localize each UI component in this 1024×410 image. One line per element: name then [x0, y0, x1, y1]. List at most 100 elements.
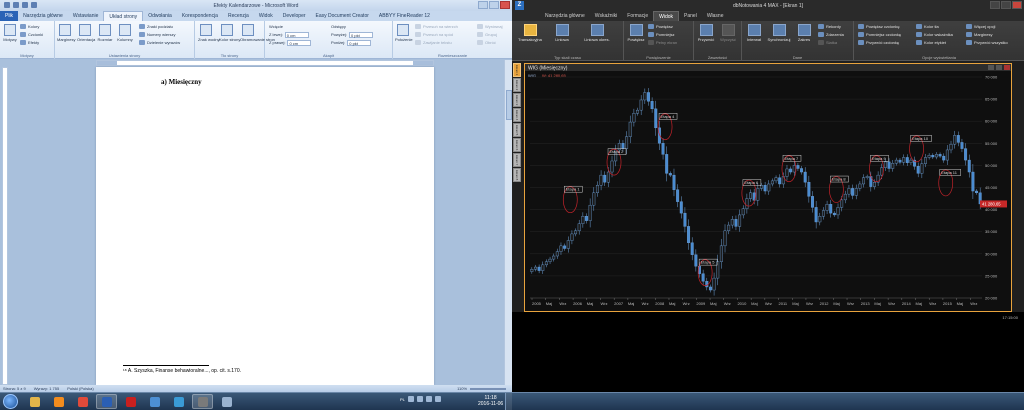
linear-period-button[interactable]: Liniowa okres.: [582, 24, 612, 50]
word-tab-9[interactable]: Easy Document Creator: [311, 11, 374, 21]
label-color-button[interactable]: Kolor etykiet: [916, 39, 946, 46]
stock-tab-0[interactable]: Narzędzia główne: [540, 11, 590, 21]
show-desktop-button[interactable]: [505, 393, 512, 410]
full-screen-button[interactable]: Pełny ekran: [648, 39, 677, 46]
zoom-slider[interactable]: [470, 387, 506, 390]
send-backward-button[interactable]: Przesuń na spód: [415, 31, 453, 38]
status-words[interactable]: Wyrazy: 1 755: [34, 385, 60, 392]
taskbar-app-stock[interactable]: [192, 394, 213, 409]
page-borders-button[interactable]: Obramowanie stron: [240, 24, 275, 48]
zoom-in-button[interactable]: Powiększ: [648, 23, 673, 30]
word-tab-1[interactable]: Narzędzia główne: [18, 11, 68, 21]
indent-left-input[interactable]: 0 cm: [284, 31, 309, 38]
margins-button[interactable]: Marginesy: [57, 24, 75, 48]
stock-tab-4[interactable]: Panel: [679, 11, 702, 21]
transactional-scale-button[interactable]: Transakcyjna: [516, 24, 544, 50]
taskbar-app-explorer[interactable]: [24, 394, 45, 409]
records-button[interactable]: Rekordy: [818, 23, 841, 30]
linear-scale-button[interactable]: Liniowa: [548, 24, 576, 50]
taskbar-app-word[interactable]: [96, 394, 117, 409]
word-tab-8[interactable]: Developer: [278, 11, 311, 21]
colors-button[interactable]: Kolory: [20, 23, 39, 30]
screen-tab-4[interactable]: Ekran 4: [513, 108, 521, 122]
taskbar-app-media[interactable]: [48, 394, 69, 409]
spacing-after-input[interactable]: 0 pkt: [347, 39, 372, 46]
status-page[interactable]: Strona: 5 z 9: [3, 385, 26, 392]
events-button[interactable]: Zdarzenia: [818, 31, 844, 38]
maximize-button[interactable]: [489, 1, 499, 9]
rotate-button[interactable]: Obróć: [477, 39, 496, 46]
themes-button[interactable]: Motywy: [2, 24, 18, 48]
range-button[interactable]: Zakres: [794, 24, 814, 50]
taskbar-app-windows[interactable]: [144, 394, 165, 409]
clear-button[interactable]: Wyczyść: [718, 24, 738, 50]
taskbar-clock[interactable]: 11:18 2016-11-06: [478, 395, 503, 407]
font-bigger-button[interactable]: Powiększ czcionkę: [858, 23, 900, 30]
word-tab-10[interactable]: ABBYY FineReader 12: [374, 11, 435, 21]
align-button[interactable]: Wyrównaj: [477, 23, 503, 30]
orientation-button[interactable]: Orientacja: [77, 24, 95, 48]
restore-all-button[interactable]: Przywróć wszystko: [966, 39, 1008, 46]
fonts-button[interactable]: Czcionki: [20, 31, 43, 38]
page-color-button[interactable]: Kolor strony: [219, 24, 240, 48]
screen-tab-7[interactable]: Ekran 7: [513, 153, 521, 167]
stock-minimize-button[interactable]: [990, 1, 1000, 9]
vertical-ruler[interactable]: [2, 67, 8, 385]
word-tab-4[interactable]: Odwołania: [143, 11, 177, 21]
app-logo-icon[interactable]: Z: [515, 1, 524, 10]
chart-close-button[interactable]: [1004, 65, 1010, 70]
zoom-level[interactable]: 110%: [457, 386, 467, 391]
volume-icon[interactable]: [425, 396, 432, 402]
start-button[interactable]: [3, 394, 18, 409]
bring-forward-button[interactable]: Przesuń na wierzch: [415, 23, 458, 30]
word-tab-2[interactable]: Wstawianie: [68, 11, 104, 21]
screen-tab-6[interactable]: Ekran 6: [513, 138, 521, 152]
close-button[interactable]: [500, 1, 510, 9]
breaks-button[interactable]: Znaki podziału: [139, 23, 173, 30]
screen-tab-5[interactable]: Ekran 5: [513, 123, 521, 137]
word-tab-3[interactable]: Układ strony: [103, 11, 144, 21]
tray-arrow-icon[interactable]: [407, 396, 414, 402]
screen-tab-1[interactable]: Ekran 1: [513, 63, 521, 77]
stock-tab-2[interactable]: Formacje: [622, 11, 653, 21]
font-smaller-button[interactable]: Pomniejsz czcionkę: [858, 31, 901, 38]
word-tab-5[interactable]: Korespondencja: [177, 11, 223, 21]
screen-tab-3[interactable]: Ekran 3: [513, 93, 521, 107]
document-page[interactable]: a) Miesięczny ¹⁸ A. Szyszka, Finanse beh…: [96, 67, 434, 385]
taskbar-app-acrobat[interactable]: [120, 394, 141, 409]
line-numbers-button[interactable]: Numery wierszy: [139, 31, 175, 38]
chart-maximize-button[interactable]: [996, 65, 1002, 70]
undo-icon[interactable]: [22, 2, 28, 8]
stock-close-button[interactable]: [1012, 1, 1022, 9]
wrap-text-button[interactable]: Zawijanie tekstu: [415, 39, 452, 46]
synchronize-button[interactable]: Synchronizuj: [766, 24, 792, 50]
screen-tab-2[interactable]: Ekran 2: [513, 78, 521, 92]
stock-tab-1[interactable]: Wskaźniki: [590, 11, 623, 21]
grid-button[interactable]: Siatka: [818, 39, 837, 46]
taskbar-app-db[interactable]: [168, 394, 189, 409]
horizontal-ruler[interactable]: [96, 60, 434, 66]
margins-option-button[interactable]: Marginesy: [966, 31, 992, 38]
word-tab-6[interactable]: Recenzja: [223, 11, 254, 21]
background-color-button[interactable]: Kolor tła: [916, 23, 939, 30]
status-language[interactable]: Polski (Polska): [67, 385, 93, 392]
taskbar-app-sheet[interactable]: [216, 394, 237, 409]
spacing-before-input[interactable]: 0 pkt: [349, 31, 374, 38]
restore-button[interactable]: Przywróć: [696, 24, 716, 50]
taskbar-app-chrome[interactable]: [72, 394, 93, 409]
stock-maximize-button[interactable]: [1001, 1, 1011, 9]
word-tab-7[interactable]: Widok: [254, 11, 278, 21]
hyphenation-button[interactable]: Dzielenie wyrazów: [139, 39, 180, 46]
group-button[interactable]: Grupuj: [477, 31, 497, 38]
word-app-icon[interactable]: [4, 2, 10, 8]
indicator-color-button[interactable]: Kolor wskaźnika: [916, 31, 953, 38]
chart-minimize-button[interactable]: [988, 65, 994, 70]
flag-icon[interactable]: [434, 396, 441, 402]
effects-button[interactable]: Efekty: [20, 39, 39, 46]
language-indicator[interactable]: PL: [400, 397, 405, 402]
font-restore-button[interactable]: Przywróć czcionkę: [858, 39, 899, 46]
zoom-in-big-button[interactable]: Powiększ: [626, 24, 646, 50]
columns-button[interactable]: Kolumny: [117, 24, 133, 48]
minimize-button[interactable]: [478, 1, 488, 9]
stock-tab-5[interactable]: Własne: [702, 11, 729, 21]
